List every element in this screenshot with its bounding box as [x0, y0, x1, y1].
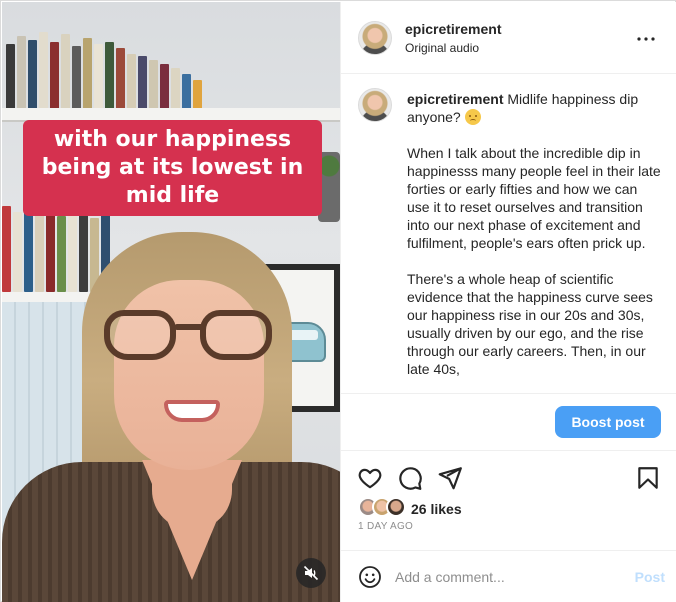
post-caption: epicretirement Midlife happiness dip any…: [407, 90, 661, 378]
more-horizontal-icon: [637, 37, 655, 41]
caption-avatar[interactable]: [358, 88, 392, 122]
likers-avatars[interactable]: [358, 497, 410, 519]
post-header: epicretirement Original audio: [341, 2, 676, 74]
boost-row: Boost post: [341, 393, 676, 449]
add-comment-row: Post: [341, 550, 676, 602]
post-comment-button[interactable]: Post: [621, 567, 665, 587]
mute-button[interactable]: [296, 558, 326, 588]
post-caption-area[interactable]: epicretirement Midlife happiness dip any…: [341, 75, 676, 393]
smiley-icon[interactable]: [358, 565, 382, 589]
video-caption: with our happiness being at its lowest i…: [23, 120, 322, 216]
disappointed-face-icon: [464, 109, 481, 125]
comment-icon[interactable]: [397, 465, 423, 491]
reel-video[interactable]: with our happiness being at its lowest i…: [2, 2, 340, 602]
heart-icon[interactable]: [357, 465, 383, 491]
bookmark-icon[interactable]: [635, 465, 661, 491]
original-audio-link[interactable]: Original audio: [405, 41, 479, 55]
post-sidebar: epicretirement Original audio epicretire…: [340, 2, 676, 602]
likes-count[interactable]: 26 likes: [411, 501, 462, 517]
speaker-muted-icon: [303, 565, 319, 581]
caption-paragraph: There's a whole heap of scientific evide…: [407, 271, 653, 377]
post-dialog: with our happiness being at its lowest i…: [0, 0, 676, 602]
paper-plane-icon[interactable]: [437, 465, 463, 491]
caption-username[interactable]: epicretirement: [407, 91, 503, 107]
video-caption-text: with our happiness being at its lowest i…: [41, 127, 304, 208]
header-username[interactable]: epicretirement: [405, 21, 501, 37]
presenter: [2, 232, 340, 602]
boost-post-button[interactable]: Boost post: [555, 406, 661, 438]
avatar[interactable]: [358, 21, 392, 55]
bookshelf-books-top: [6, 24, 204, 114]
post-timestamp: 1 DAY AGO: [358, 521, 414, 532]
caption-paragraph: When I talk about the incredible dip in …: [407, 145, 661, 251]
comment-input[interactable]: [395, 565, 615, 589]
more-options-button[interactable]: [633, 26, 659, 52]
post-actions: 26 likes 1 DAY AGO: [341, 450, 676, 550]
